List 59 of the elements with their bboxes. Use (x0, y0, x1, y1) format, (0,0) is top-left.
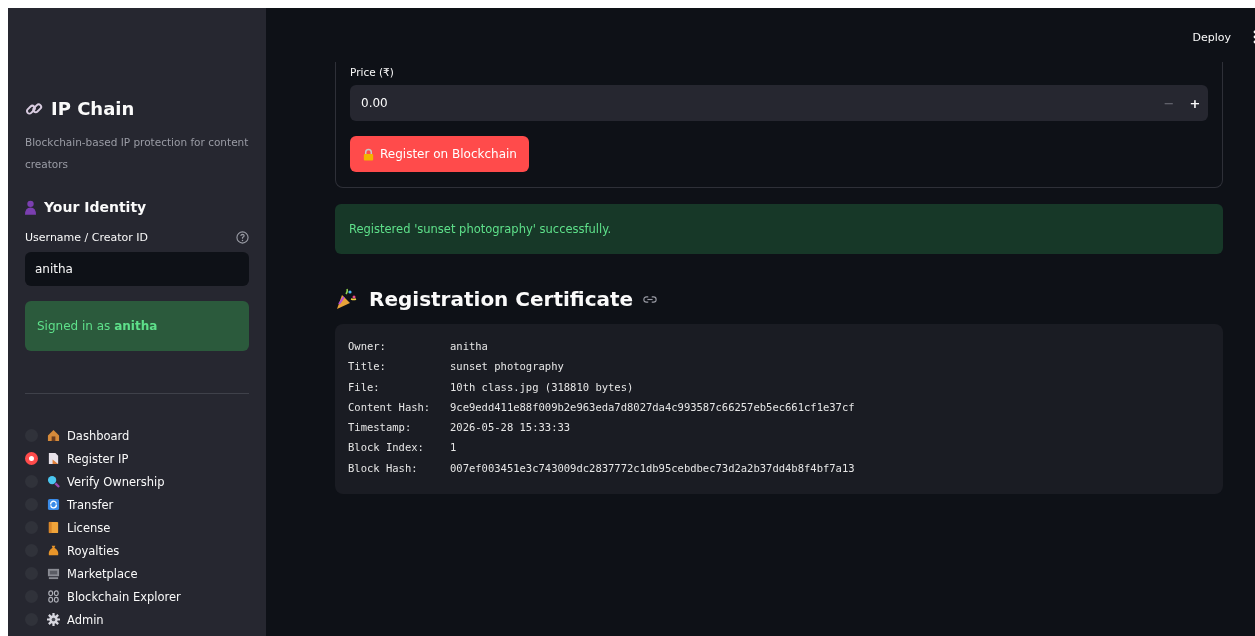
field-value: 9ce9edd411e88f009b2e963eda7d8027da4c993587c66257eb5ec661cf1e37cf (450, 399, 855, 415)
username-field[interactable]: anitha (25, 252, 249, 286)
field-label: Content Hash: (348, 399, 432, 415)
nav-radio-item[interactable]: Royalties (25, 541, 249, 560)
field-label: Owner: (348, 339, 387, 354)
nav-label[interactable]: Transfer (67, 497, 114, 512)
settings-icon (47, 613, 60, 626)
field-label: Block Hash: (348, 460, 419, 476)
nav-label[interactable]: License (67, 520, 111, 535)
success-message: Signed in as anitha (25, 301, 249, 351)
deploy-button[interactable]: Deploy (1188, 26, 1235, 48)
house-icon (47, 429, 60, 442)
section-heading: Your Identity (44, 199, 147, 215)
search-icon (47, 475, 60, 488)
nav-label[interactable]: Verify Ownership (67, 474, 165, 489)
field-value: 1 (450, 440, 458, 456)
success-message: Registered 'sunset photography' successfully. (335, 204, 1223, 254)
increment-button[interactable]: + (1182, 85, 1208, 121)
field-label: File: (348, 379, 381, 395)
nav-label[interactable]: Admin (67, 612, 104, 627)
app-title: IP Chain (51, 98, 135, 119)
field-value: 007ef003451e3c743009dc2837772c1db95cebdbec73d2a2b37dd4b8f4bf7a13 (450, 460, 855, 476)
nav-radio-item[interactable]: License (25, 518, 249, 537)
refresh-icon (47, 498, 60, 511)
party-popper-icon (335, 288, 357, 310)
nav-radio-item[interactable]: Transfer (25, 495, 249, 514)
storefront-icon (47, 567, 60, 580)
nav-label[interactable]: Register IP (67, 451, 129, 466)
field-value: sunset photography (450, 359, 565, 375)
nav-radio-item[interactable]: Blockchain Explorer (25, 587, 249, 606)
nav-radio-item[interactable]: Admin (25, 610, 249, 629)
chain-icon (47, 590, 60, 603)
field-value: anitha (450, 339, 489, 354)
help-icon[interactable] (236, 231, 249, 244)
nav-radio-item[interactable]: Marketplace (25, 564, 249, 583)
field-label: Price (₹) (350, 66, 395, 78)
nav-label[interactable]: Royalties (67, 543, 120, 558)
app-subtitle: Blockchain-based IP protection for content creators (25, 135, 249, 172)
nav-label[interactable]: Marketplace (67, 566, 138, 581)
link-icon[interactable] (643, 295, 658, 303)
field-label: Title: (348, 359, 387, 375)
radio-button[interactable] (25, 452, 38, 465)
price-field[interactable]: 0.00 (350, 85, 1156, 121)
money-bag-icon (47, 544, 60, 557)
field-label: Block Index: (348, 440, 425, 456)
nav-radio-item[interactable]: Verify Ownership (25, 472, 249, 491)
person-icon (25, 199, 36, 215)
nav-label[interactable]: Blockchain Explorer (67, 589, 181, 604)
field-label: Username / Creator ID (25, 231, 149, 244)
lock-icon (362, 147, 375, 161)
nav-radio-item[interactable]: Register IP (25, 449, 249, 468)
scroll-icon (47, 521, 60, 534)
document-icon (47, 452, 60, 465)
field-value: 2026-05-28 15:33:33 (450, 420, 572, 436)
nav-label[interactable]: Dashboard (67, 428, 130, 443)
section-heading: Registration Certificate (369, 287, 634, 311)
field-value: 10th class.jpg (318810 bytes) (450, 379, 635, 395)
nav-radio-item[interactable]: Dashboard (25, 426, 249, 445)
field-label: Timestamp: (348, 420, 413, 436)
